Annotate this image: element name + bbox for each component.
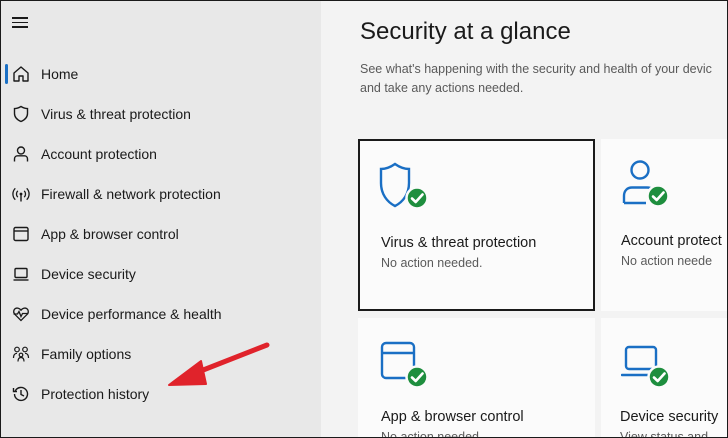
card-app-browser-control[interactable]: App & browser control No action needed. <box>358 318 595 438</box>
page-subtitle: See what's happening with the security a… <box>360 62 712 95</box>
card-status: No action needed. <box>381 430 483 438</box>
sidebar-item-device-performance-health[interactable]: Device performance & health <box>1 294 321 334</box>
card-title: Device security <box>620 409 719 425</box>
sidebar-item-label: Device security <box>41 266 136 282</box>
sidebar: Home Virus & threat protection Account p… <box>1 1 321 437</box>
sidebar-item-label: Account protection <box>41 146 157 162</box>
sidebar-item-home[interactable]: Home <box>1 54 321 94</box>
sidebar-item-family-options[interactable]: Family options <box>1 334 321 374</box>
wifi-icon <box>12 187 30 202</box>
sidebar-item-label: Firewall & network protection <box>41 186 221 202</box>
laptop-icon <box>13 267 29 281</box>
sidebar-item-firewall-network-protection[interactable]: Firewall & network protection <box>1 174 321 214</box>
person-icon <box>13 146 29 162</box>
history-icon <box>12 386 29 402</box>
sidebar-item-label: App & browser control <box>41 226 179 242</box>
page-title: Security at a glance <box>360 18 571 45</box>
card-virus-threat-protection[interactable]: Virus & threat protection No action need… <box>358 139 595 311</box>
person-check-icon <box>622 160 670 208</box>
sidebar-item-label: Protection history <box>41 386 150 402</box>
card-status: No action needed. <box>381 256 483 270</box>
hamburger-menu-icon[interactable] <box>12 17 28 29</box>
card-title: Virus & threat protection <box>381 235 537 251</box>
laptop-check-icon <box>621 345 671 389</box>
app-window: Home Virus & threat protection Account p… <box>0 0 728 438</box>
card-title: Account protect <box>621 233 722 249</box>
card-device-security[interactable]: Device security View status and <box>601 318 727 438</box>
sidebar-item-label: Device performance & health <box>41 306 222 322</box>
card-title: App & browser control <box>381 409 524 425</box>
heart-pulse-icon <box>13 307 29 322</box>
browser-check-icon <box>380 341 429 389</box>
home-icon <box>13 66 29 82</box>
sidebar-item-label: Family options <box>41 346 132 362</box>
shield-check-icon <box>379 162 429 210</box>
sidebar-item-app-browser-control[interactable]: App & browser control <box>1 214 321 254</box>
card-status: No action neede <box>621 254 713 268</box>
sidebar-item-virus-threat-protection[interactable]: Virus & threat protection <box>1 94 321 134</box>
sidebar-item-device-security[interactable]: Device security <box>1 254 321 294</box>
sidebar-item-protection-history[interactable]: Protection history <box>1 374 321 414</box>
sidebar-item-label: Home <box>41 66 79 82</box>
main-content: Security at a glance See what's happenin… <box>321 1 727 438</box>
card-account-protection[interactable]: Account protect No action neede <box>601 139 727 311</box>
family-icon <box>12 346 30 362</box>
sidebar-item-account-protection[interactable]: Account protection <box>1 134 321 174</box>
card-status: View status and <box>620 430 709 438</box>
sidebar-item-label: Virus & threat protection <box>41 106 191 122</box>
shield-icon <box>13 105 29 123</box>
browser-window-icon <box>13 226 29 242</box>
